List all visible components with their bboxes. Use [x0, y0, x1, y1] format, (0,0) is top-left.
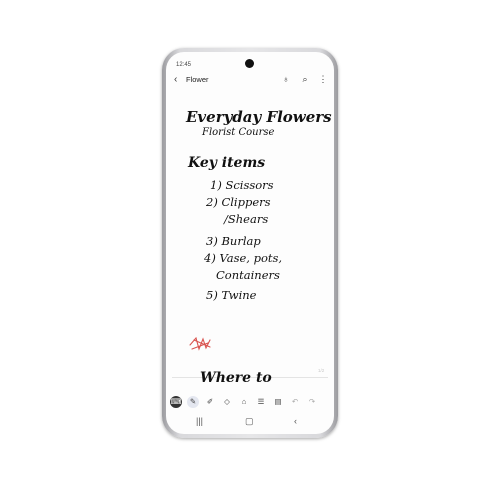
list-item: 5) Twine — [206, 288, 257, 302]
page-number: 1/2 — [318, 368, 325, 373]
keyboard-icon[interactable]: ⌨ — [170, 396, 182, 408]
list-item: 4) Vase, pots, — [204, 251, 283, 265]
phone-frame: 12:45 ‹ Flower ♁ ⌕ ⋮ Everyday Flowers Fl… — [162, 48, 338, 438]
attach-icon[interactable]: ⌕ — [300, 74, 310, 84]
recents-icon[interactable]: ||| — [196, 416, 203, 426]
handwritten-heading: Key items — [188, 155, 266, 171]
shape-icon[interactable]: ⌂ — [238, 396, 250, 408]
home-icon[interactable]: ▢ — [245, 416, 254, 427]
bookmark-icon[interactable]: ♁ — [281, 74, 291, 84]
text-format-icon[interactable]: ☰ — [255, 396, 267, 408]
more-vert-icon[interactable]: ⋮ — [318, 74, 328, 84]
handwritten-subtitle: Florist Course — [202, 127, 275, 138]
pen-toolbar: ⌨ ✎ ✐ ◇ ⌂ ☰ ▤ ↶ ↷ — [166, 395, 334, 411]
insert-icon[interactable]: ▤ — [272, 396, 284, 408]
handwritten-next-heading: Where to — [200, 370, 272, 386]
list-item: 1) Scissors — [210, 178, 274, 192]
note-header: ‹ Flower ♁ ⌕ ⋮ — [166, 72, 334, 88]
list-item: 2) Clippers — [206, 195, 271, 209]
note-title: Flower — [186, 75, 209, 84]
redo-icon[interactable]: ↷ — [306, 396, 318, 408]
eraser-icon[interactable]: ◇ — [221, 396, 233, 408]
list-item: /Shears — [224, 212, 269, 226]
back-icon[interactable]: ‹ — [294, 416, 297, 426]
front-camera — [245, 59, 254, 68]
handwritten-title: Everyday Flowers — [186, 108, 332, 126]
pen-icon[interactable]: ✎ — [187, 396, 199, 408]
undo-icon[interactable]: ↶ — [289, 396, 301, 408]
red-scribble-mark — [189, 336, 211, 351]
phone-screen: 12:45 ‹ Flower ♁ ⌕ ⋮ Everyday Flowers Fl… — [166, 52, 334, 434]
list-item: 3) Burlap — [206, 234, 261, 248]
system-nav-bar: ||| ▢ ‹ — [166, 414, 334, 430]
list-item: Containers — [216, 268, 280, 282]
chevron-left-icon[interactable]: ‹ — [174, 74, 177, 85]
highlighter-icon[interactable]: ✐ — [204, 396, 216, 408]
status-time: 12:45 — [176, 62, 192, 68]
